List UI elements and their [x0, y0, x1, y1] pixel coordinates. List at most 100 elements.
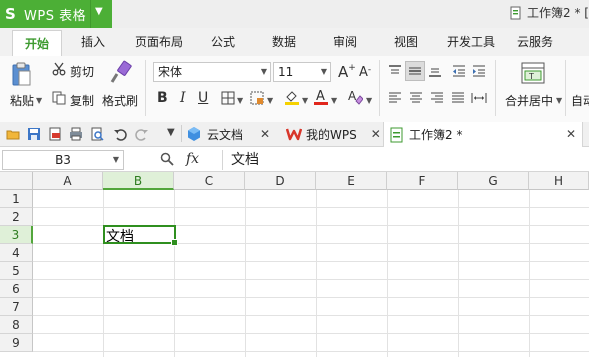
- font-name-select[interactable]: 宋体 ▼: [153, 62, 271, 82]
- paste-label[interactable]: 粘贴: [10, 92, 34, 109]
- chevron-down-icon[interactable]: ▼: [95, 6, 103, 17]
- row-header-8[interactable]: 8: [0, 316, 33, 334]
- doc-tab-label: 工作簿2 *: [409, 128, 463, 142]
- active-cell-outline[interactable]: [103, 225, 178, 246]
- bold-button[interactable]: B: [157, 90, 168, 106]
- row-header-4[interactable]: 4: [0, 244, 33, 262]
- column-header-g[interactable]: G: [458, 172, 529, 190]
- close-icon[interactable]: ✕: [566, 127, 576, 141]
- tab-view[interactable]: 视图: [394, 33, 418, 50]
- name-box[interactable]: B3 ▼: [2, 150, 124, 170]
- grid-line: [387, 190, 388, 357]
- merge-center-icon[interactable]: T: [521, 62, 545, 84]
- worksheet-grid[interactable]: [0, 172, 589, 357]
- copy-icon[interactable]: [52, 91, 66, 105]
- app-menu-button[interactable]: S WPS 表格 ▼: [0, 0, 112, 28]
- align-middle-button[interactable]: [405, 61, 425, 81]
- row-header-5[interactable]: 5: [0, 262, 33, 280]
- row-header-3[interactable]: 3: [0, 226, 33, 244]
- chevron-down-icon[interactable]: ▼: [556, 96, 562, 105]
- decrease-font-button[interactable]: A-: [359, 65, 371, 80]
- row-header-1[interactable]: 1: [0, 190, 33, 208]
- column-header-h[interactable]: H: [529, 172, 589, 190]
- column-header-d[interactable]: D: [245, 172, 316, 190]
- doc-tab-workbook[interactable]: 工作簿2 * ✕: [383, 122, 583, 147]
- chevron-down-icon[interactable]: ▼: [267, 96, 273, 105]
- distributed-align-icon[interactable]: [471, 91, 487, 105]
- fill-handle[interactable]: [171, 239, 178, 246]
- fill-color-icon[interactable]: [284, 89, 300, 105]
- tab-formulas[interactable]: 公式: [211, 33, 235, 50]
- tab-cloud-service[interactable]: 云服务: [517, 33, 553, 50]
- tab-page-layout[interactable]: 页面布局: [135, 33, 183, 50]
- scissors-icon[interactable]: [52, 62, 66, 76]
- chevron-down-icon[interactable]: ▼: [261, 63, 267, 81]
- borders-icon[interactable]: [221, 91, 235, 105]
- doc-tab-cloud[interactable]: 云文档 ✕: [186, 122, 270, 146]
- format-painter-label[interactable]: 格式刷: [102, 92, 138, 109]
- merge-center-label[interactable]: 合并居中: [505, 92, 553, 109]
- tab-developer[interactable]: 开发工具: [447, 33, 495, 50]
- increase-font-button[interactable]: A+: [338, 63, 356, 81]
- open-folder-icon[interactable]: [6, 127, 20, 141]
- formula-input[interactable]: 文档: [222, 150, 589, 170]
- auto-wrap-label[interactable]: 自动: [571, 92, 589, 109]
- insert-function-button[interactable]: fx: [186, 151, 199, 167]
- row-header-9[interactable]: 9: [0, 334, 33, 352]
- copy-button[interactable]: 复制: [70, 92, 94, 109]
- select-all-corner[interactable]: [0, 172, 33, 190]
- justify-icon[interactable]: [451, 91, 465, 105]
- grid-line: [316, 190, 317, 357]
- undo-icon[interactable]: [113, 127, 127, 141]
- row-header-2[interactable]: 2: [0, 208, 33, 226]
- font-size-select[interactable]: 11 ▼: [273, 62, 331, 82]
- ribbon-divider: [565, 60, 566, 116]
- paste-dropdown-icon[interactable]: ▼: [36, 96, 42, 105]
- align-left-icon[interactable]: [388, 91, 402, 105]
- doc-tab-my-wps[interactable]: 我的WPS ✕: [286, 122, 381, 146]
- underline-button[interactable]: U: [198, 90, 208, 106]
- column-header-a[interactable]: A: [33, 172, 103, 190]
- close-icon[interactable]: ✕: [260, 127, 270, 141]
- align-center-icon[interactable]: [409, 91, 423, 105]
- decrease-indent-icon[interactable]: [452, 64, 466, 78]
- align-bottom-icon[interactable]: [428, 64, 442, 78]
- column-header-c[interactable]: C: [174, 172, 245, 190]
- row-header-7[interactable]: 7: [0, 298, 33, 316]
- increase-indent-icon[interactable]: [472, 64, 486, 78]
- cut-button[interactable]: 剪切: [70, 63, 94, 80]
- close-icon[interactable]: ✕: [371, 127, 381, 141]
- font-size-value: 11: [278, 65, 294, 79]
- chevron-down-icon[interactable]: ▼: [113, 151, 119, 169]
- print-preview-icon[interactable]: [90, 127, 104, 141]
- font-color-icon[interactable]: A: [313, 88, 329, 105]
- format-painter-icon[interactable]: [108, 60, 134, 86]
- align-right-icon[interactable]: [430, 91, 444, 105]
- chevron-down-icon[interactable]: ▼: [237, 96, 243, 105]
- save-icon[interactable]: [27, 127, 41, 141]
- chevron-down-icon[interactable]: ▼: [302, 96, 308, 105]
- search-icon[interactable]: [160, 152, 174, 166]
- chevron-down-icon[interactable]: ▼: [321, 63, 327, 81]
- cell-style-icon[interactable]: [250, 91, 264, 105]
- customize-toolbar-icon[interactable]: ▼: [167, 127, 175, 138]
- grid-line: [245, 190, 246, 357]
- paste-icon[interactable]: [11, 62, 33, 88]
- tab-data[interactable]: 数据: [272, 33, 296, 50]
- column-header-f[interactable]: F: [387, 172, 458, 190]
- row-header-6[interactable]: 6: [0, 280, 33, 298]
- redo-icon[interactable]: [135, 127, 149, 141]
- column-header-e[interactable]: E: [316, 172, 387, 190]
- tab-insert[interactable]: 插入: [81, 33, 105, 50]
- italic-button[interactable]: I: [180, 90, 186, 106]
- clear-format-icon[interactable]: A: [347, 88, 363, 105]
- grid-line: [458, 190, 459, 357]
- align-top-icon[interactable]: [388, 64, 402, 78]
- tab-home[interactable]: 开始: [12, 30, 62, 57]
- output-pdf-icon[interactable]: [48, 127, 62, 141]
- column-header-b[interactable]: B: [103, 172, 174, 190]
- print-icon[interactable]: [69, 127, 83, 141]
- chevron-down-icon[interactable]: ▼: [366, 96, 372, 105]
- tab-review[interactable]: 审阅: [333, 33, 357, 50]
- chevron-down-icon[interactable]: ▼: [331, 96, 337, 105]
